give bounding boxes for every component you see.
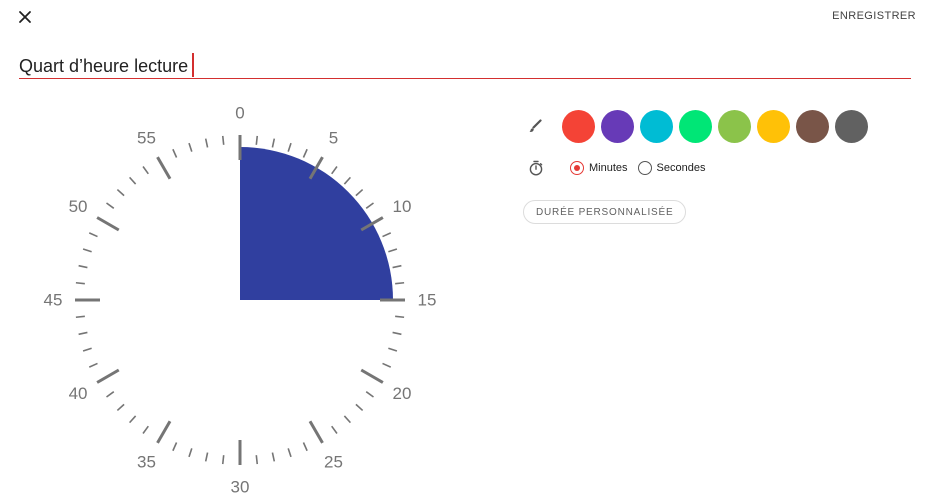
minor-tick [188, 142, 193, 152]
brush-icon [525, 116, 545, 136]
radio-minutes[interactable] [570, 161, 584, 175]
color-swatch-red[interactable] [562, 109, 595, 143]
unit-selector: Minutes Secondes [527, 158, 715, 178]
color-swatch-light-green[interactable] [718, 109, 751, 143]
minor-tick [302, 442, 308, 452]
minor-tick [365, 391, 374, 398]
minor-tick [392, 264, 402, 269]
custom-duration-button[interactable]: DURÉE PERSONNALISÉE [523, 200, 687, 224]
minor-tick [343, 176, 352, 185]
dial-label-45: 45 [44, 291, 63, 310]
minor-tick [78, 264, 88, 269]
minor-tick [116, 188, 125, 197]
minor-tick [271, 138, 276, 148]
minor-tick [388, 248, 398, 253]
major-tick [96, 368, 120, 384]
dial-label-35: 35 [137, 452, 156, 471]
major-tick [360, 368, 384, 384]
minor-tick [106, 202, 115, 209]
minor-tick [75, 315, 85, 319]
dial-label-0: 0 [235, 104, 244, 123]
minor-tick [255, 455, 259, 465]
minor-tick [172, 442, 178, 452]
minor-tick [287, 142, 292, 152]
minor-tick [142, 166, 149, 175]
save-button[interactable]: ENREGISTRER [832, 10, 916, 22]
minor-tick [365, 202, 374, 209]
minor-tick [395, 315, 405, 319]
minor-tick [128, 415, 137, 424]
major-tick [96, 216, 120, 232]
minor-tick [343, 415, 352, 424]
minor-tick [331, 166, 338, 175]
minor-tick [82, 347, 92, 352]
minor-tick [82, 248, 92, 253]
minor-tick [382, 362, 392, 368]
minor-tick [204, 138, 209, 148]
minor-tick [302, 148, 308, 158]
major-tick [156, 420, 172, 444]
minor-tick [382, 232, 392, 238]
minor-tick [395, 281, 405, 285]
dial-label-15: 15 [418, 291, 437, 310]
radio-seconds[interactable] [637, 161, 652, 175]
unit-option-minutes[interactable]: Minutes [570, 161, 628, 175]
minor-tick [116, 403, 125, 412]
minor-tick [388, 347, 398, 352]
minor-tick [75, 281, 85, 285]
major-tick [156, 156, 172, 180]
dial-label-50: 50 [69, 197, 88, 216]
unit-option-label: Secondes [656, 162, 706, 174]
unit-option-label: Minutes [589, 162, 628, 174]
minor-tick [188, 448, 193, 458]
color-swatch-brown[interactable] [796, 109, 829, 143]
dial-label-20: 20 [392, 384, 411, 403]
dial-label-5: 5 [329, 129, 338, 148]
dial-label-25: 25 [324, 452, 343, 471]
minor-tick [255, 135, 259, 145]
color-swatch-cyan[interactable] [640, 109, 673, 143]
minor-tick [355, 403, 364, 412]
dial-label-10: 10 [392, 197, 411, 216]
major-tick [308, 420, 324, 444]
minor-tick [172, 148, 178, 158]
timer-icon [527, 159, 545, 177]
color-swatch-purple[interactable] [601, 109, 634, 143]
minor-tick [331, 425, 338, 434]
minor-tick [78, 331, 88, 336]
minor-tick [88, 362, 98, 368]
minor-tick [128, 176, 137, 185]
minor-tick [106, 391, 115, 398]
minor-tick [271, 452, 276, 462]
color-swatch-green[interactable] [679, 109, 712, 143]
dial-label-30: 30 [231, 478, 250, 497]
color-swatches [562, 109, 874, 143]
color-swatch-grey[interactable] [835, 109, 868, 143]
minor-tick [287, 448, 292, 458]
minor-tick [204, 452, 209, 462]
dial-label-55: 55 [137, 129, 156, 148]
minor-tick [355, 188, 364, 197]
minor-tick [88, 232, 98, 238]
minor-tick [142, 425, 149, 434]
dial-label-40: 40 [69, 384, 88, 403]
minor-tick [392, 331, 402, 336]
color-swatch-amber[interactable] [757, 109, 790, 143]
color-picker [525, 109, 874, 143]
timer-dial[interactable]: 0 5 10 15 20 25 30 35 40 45 50 55 [0, 0, 500, 502]
minor-tick [221, 455, 225, 465]
minor-tick [221, 135, 225, 145]
unit-option-seconds[interactable]: Secondes [637, 161, 706, 175]
